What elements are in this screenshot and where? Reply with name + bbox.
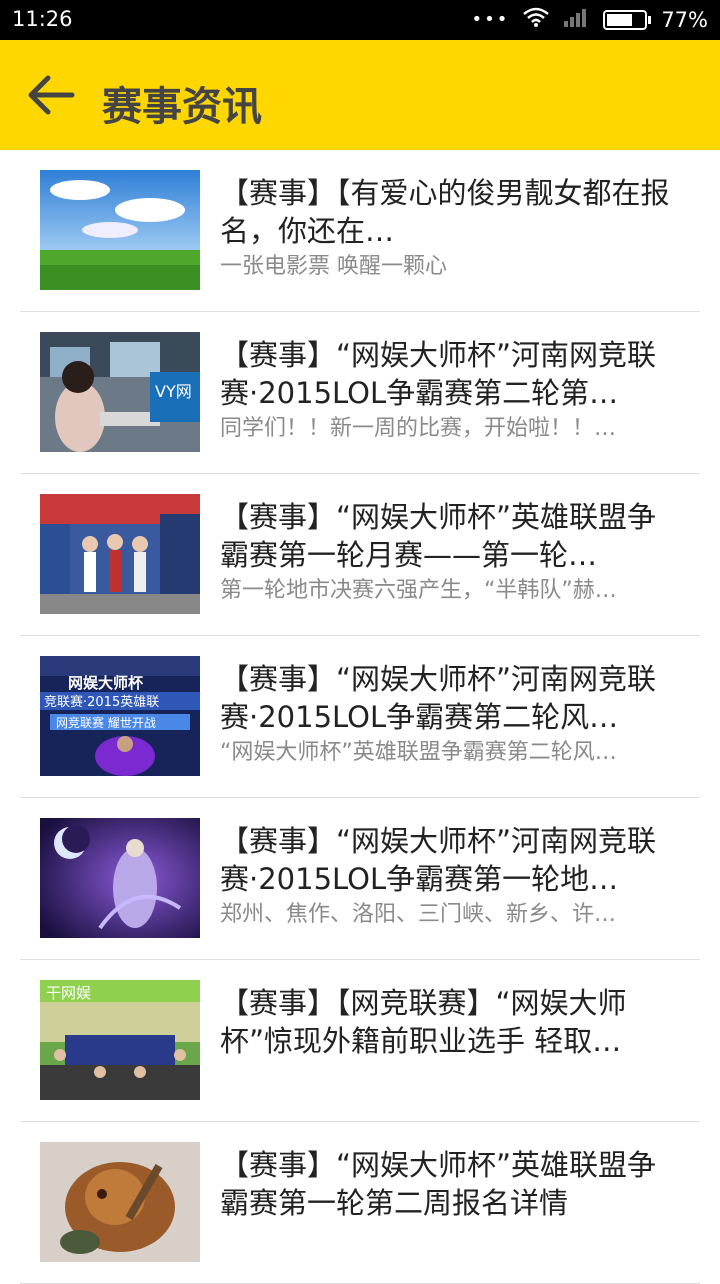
- news-headline: 【赛事】【网竞联赛】“网娱大师杯”惊现外籍前职业选手 轻取…: [220, 986, 627, 1058]
- page-title: 赛事资讯: [102, 84, 262, 130]
- wifi-icon: [523, 7, 550, 32]
- battery-percent: 77%: [661, 7, 708, 32]
- news-list-item[interactable]: 【赛事】“网娱大师杯”河南网竞联赛·2015LOL争霸赛第一轮地… 郑州、焦作、…: [20, 798, 700, 960]
- status-icons: ••• 77%: [471, 7, 708, 32]
- svg-text:VY网: VY网: [155, 382, 192, 401]
- news-thumbnail-event-girls: [40, 494, 200, 614]
- app-bar: 赛事资讯: [0, 40, 720, 150]
- svg-text:干网娱: 干网娱: [46, 984, 91, 1002]
- news-thumbnail-internet-cafe: VY网: [40, 332, 200, 452]
- news-list-item[interactable]: 干网娱 【赛事】【网竞联赛】“网娱大师杯”惊现外籍前职业选手 轻取…: [20, 960, 700, 1122]
- battery-icon: [603, 9, 652, 30]
- news-headline: 【赛事】【有爱心的俊男靓女都在报名，你还在…: [220, 176, 670, 248]
- news-headline: 【赛事】“网娱大师杯”英雄联盟争霸赛第一轮第二周报名详情: [220, 1148, 657, 1220]
- news-list-item[interactable]: 【赛事】“网娱大师杯”英雄联盟争霸赛第一轮月赛——第一轮… 第一轮地市决赛六强产…: [20, 474, 700, 636]
- news-list-item[interactable]: 【赛事】“网娱大师杯”英雄联盟争霸赛第一轮第二周报名详情: [20, 1122, 700, 1284]
- news-summary: “网娱大师杯”英雄联盟争霸赛第二轮风…: [220, 740, 617, 765]
- status-bar: 11:26 ••• 77%: [0, 0, 720, 40]
- news-headline: 【赛事】“网娱大师杯”河南网竞联赛·2015LOL争霸赛第二轮第…: [220, 338, 657, 410]
- news-list-item[interactable]: 网娱大师杯竞联赛·2015英雄联网竞联赛 耀世开战 【赛事】“网娱大师杯”河南网…: [20, 636, 700, 798]
- news-thumbnail-group-photo: 干网娱: [40, 980, 200, 1100]
- back-button[interactable]: [22, 70, 78, 120]
- news-summary: 郑州、焦作、洛阳、三门峡、新乡、许…: [220, 902, 617, 927]
- news-thumbnail-warrior-art: [40, 1142, 200, 1262]
- news-list-item[interactable]: VY网 【赛事】“网娱大师杯”河南网竞联赛·2015LOL争霸赛第二轮第… 同学…: [20, 312, 700, 474]
- news-thumbnail-sky-grass: [40, 170, 200, 290]
- news-headline: 【赛事】“网娱大师杯”河南网竞联赛·2015LOL争霸赛第一轮地…: [220, 824, 657, 896]
- status-time: 11:26: [12, 7, 73, 31]
- news-list: 【赛事】【有爱心的俊男靓女都在报名，你还在… 一张电影票 唤醒一颗心 VY网 【…: [0, 150, 720, 1284]
- svg-text:网娱大师杯: 网娱大师杯: [68, 674, 144, 692]
- svg-text:网竞联赛 耀世开战: 网竞联赛 耀世开战: [56, 715, 156, 730]
- news-summary: 同学们！！新一周的比赛，开始啦！！…: [220, 416, 617, 441]
- news-thumbnail-moon-champion: [40, 818, 200, 938]
- signal-icon: [563, 7, 589, 32]
- news-summary: 第一轮地市决赛六强产生，“半韩队”赫…: [220, 578, 617, 603]
- news-list-item[interactable]: 【赛事】【有爱心的俊男靓女都在报名，你还在… 一张电影票 唤醒一颗心: [20, 150, 700, 312]
- news-thumbnail-poster-banner: 网娱大师杯竞联赛·2015英雄联网竞联赛 耀世开战: [40, 656, 200, 776]
- news-headline: 【赛事】“网娱大师杯”河南网竞联赛·2015LOL争霸赛第二轮风…: [220, 662, 657, 734]
- arrow-left-icon: [28, 75, 75, 115]
- news-summary: 一张电影票 唤醒一颗心: [220, 254, 447, 279]
- svg-text:竞联赛·2015英雄联: 竞联赛·2015英雄联: [44, 694, 159, 710]
- news-headline: 【赛事】“网娱大师杯”英雄联盟争霸赛第一轮月赛——第一轮…: [220, 500, 657, 572]
- more-dots-icon: •••: [471, 9, 510, 30]
